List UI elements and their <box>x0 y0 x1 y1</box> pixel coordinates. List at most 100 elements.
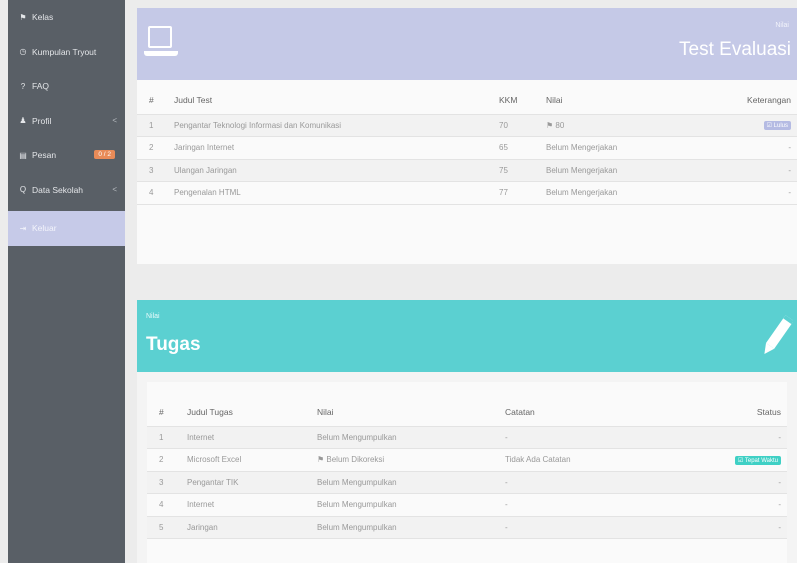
catatan-value: - <box>505 516 665 539</box>
nilai-value: ⚑ Belum Dikoreksi <box>317 448 505 472</box>
nilai-value: Belum Mengumpulkan <box>317 471 505 494</box>
table-row[interactable]: 4 Pengenalan HTML 77 Belum Mengerjakan - <box>137 181 797 205</box>
tugas-title-link[interactable]: Internet <box>187 493 317 517</box>
catatan-value: Tidak Ada Catatan <box>505 448 665 472</box>
table-row[interactable]: 2 Jaringan Internet 65 Belum Mengerjakan… <box>137 136 797 160</box>
kkm-value: 77 <box>499 181 546 205</box>
status-value: - <box>665 516 787 539</box>
kkm-value: 75 <box>499 159 546 182</box>
user-icon: ♟ <box>19 116 27 126</box>
table-header-row: # Judul Tugas Nilai Catatan Status <box>147 392 787 427</box>
graduation-cap-icon: ⚑ <box>19 12 27 22</box>
sidebar-item-kelas[interactable]: ⚑ Kelas <box>8 0 125 35</box>
nilai-value: Belum Mengerjakan <box>546 136 696 160</box>
test-title-link[interactable]: Jaringan Internet <box>174 136 499 160</box>
table-row[interactable]: 2 Microsoft Excel ⚑ Belum Dikoreksi Tida… <box>147 448 787 472</box>
tugas-title-link[interactable]: Pengantar TIK <box>187 471 317 494</box>
col-header-status: Status <box>665 392 787 427</box>
tepat-waktu-badge: ☑ Tepat Waktu <box>734 455 781 465</box>
test-title-link[interactable]: Ulangan Jaringan <box>174 159 499 182</box>
table-row[interactable]: 1 Pengantar Teknologi Informasi dan Komu… <box>137 114 797 137</box>
envelope-icon: ▤ <box>19 150 27 160</box>
test-title-link[interactable]: Pengenalan HTML <box>174 181 499 205</box>
test-table: # Judul Test KKM Nilai Keterangan 1 Peng… <box>137 80 797 205</box>
nilai-value: Belum Mengumpulkan <box>317 516 505 539</box>
row-number: 4 <box>137 181 174 205</box>
tugas-title-link[interactable]: Jaringan <box>187 516 317 539</box>
tugas-table: # Judul Tugas Nilai Catatan Status 1 Int… <box>147 392 787 539</box>
kkm-value: 70 <box>499 114 546 137</box>
laptop-base <box>144 51 178 56</box>
keterangan-value: - <box>696 181 797 205</box>
tugas-table-panel: # Judul Tugas Nilai Catatan Status 1 Int… <box>137 372 797 563</box>
sidebar-item-label: Profil <box>32 115 52 126</box>
sidebar-item-label: FAQ <box>32 81 50 92</box>
col-header-judul-test: Judul Test <box>174 80 499 115</box>
row-number: 2 <box>137 136 174 160</box>
sidebar-item-pesan[interactable]: ▤ Pesan 0 / 2 <box>8 138 125 173</box>
test-title-link[interactable]: Pengantar Teknologi Informasi dan Komuni… <box>174 114 499 137</box>
col-header-keterangan: Keterangan <box>696 80 797 115</box>
clock-icon: ◷ <box>19 47 27 57</box>
status-cell: ☑ Tepat Waktu <box>665 448 787 472</box>
sidebar-item-label: Keluar <box>32 223 57 234</box>
catatan-value: - <box>505 471 665 494</box>
page-title: Test Evaluasi <box>679 39 791 60</box>
row-number: 1 <box>137 114 174 137</box>
table-row[interactable]: 4 Internet Belum Mengumpulkan - - <box>147 493 787 517</box>
question-icon: ? <box>20 81 26 91</box>
main-content: Nilai Test Evaluasi # Judul Test KKM Nil… <box>137 8 797 563</box>
sidebar-item-faq[interactable]: ? FAQ <box>8 69 125 104</box>
logout-icon: ⇥ <box>19 223 27 233</box>
col-header-nilai: Nilai <box>546 80 696 115</box>
message-count-badge: 0 / 2 <box>94 150 115 159</box>
sidebar-item-keluar[interactable]: ⇥ Keluar <box>8 211 125 246</box>
row-number: 2 <box>147 448 187 472</box>
header-lead: Nilai <box>775 22 789 29</box>
row-number: 3 <box>137 159 174 182</box>
kkm-value: 65 <box>499 136 546 160</box>
chevron-left-icon: < <box>112 116 117 126</box>
header-lead: Nilai <box>146 313 160 320</box>
lulus-badge: ☑ Lulus <box>763 121 791 131</box>
sidebar-item-label: Pesan <box>32 150 57 161</box>
sidebar-item-kumpulan-tryout[interactable]: ◷ Kumpulan Tryout <box>8 35 125 70</box>
status-value: - <box>665 426 787 449</box>
col-header-nilai: Nilai <box>317 392 505 427</box>
tugas-title-link[interactable]: Microsoft Excel <box>187 448 317 472</box>
tugas-header: Nilai Tugas <box>137 300 797 372</box>
sidebar-item-label: Kumpulan Tryout <box>32 46 97 57</box>
keterangan-value: - <box>696 136 797 160</box>
col-header-number: # <box>137 80 174 115</box>
nilai-value: Belum Mengumpulkan <box>317 493 505 517</box>
table-row[interactable]: 3 Pengantar TIK Belum Mengumpulkan - - <box>147 471 787 494</box>
table-row[interactable]: 1 Internet Belum Mengumpulkan - - <box>147 426 787 449</box>
nilai-value: Belum Mengumpulkan <box>317 426 505 449</box>
nilai-value: Belum Mengerjakan <box>546 159 696 182</box>
catatan-value: - <box>505 493 665 517</box>
test-evaluasi-header: Nilai Test Evaluasi <box>137 8 797 80</box>
laptop-icon <box>148 26 172 48</box>
sidebar-item-data-sekolah[interactable]: Q Data Sekolah < <box>8 173 125 208</box>
sidebar-item-label: Data Sekolah <box>32 184 84 195</box>
table-row[interactable]: 5 Jaringan Belum Mengumpulkan - - <box>147 516 787 539</box>
nilai-value: ⚑ 80 <box>546 114 696 137</box>
sidebar-item-label: Kelas <box>32 12 54 23</box>
row-number: 1 <box>147 426 187 449</box>
col-header-catatan: Catatan <box>505 392 665 427</box>
tugas-title-link[interactable]: Internet <box>187 426 317 449</box>
nilai-value: Belum Mengerjakan <box>546 181 696 205</box>
keterangan-value: - <box>696 159 797 182</box>
table-row[interactable]: 3 Ulangan Jaringan 75 Belum Mengerjakan … <box>137 159 797 182</box>
table-header-row: # Judul Test KKM Nilai Keterangan <box>137 80 797 115</box>
section-title: Tugas <box>146 334 201 355</box>
pencil-icon <box>764 315 793 355</box>
sidebar: ⚑ Kelas ◷ Kumpulan Tryout ? FAQ ♟ Profil… <box>8 0 125 563</box>
keterangan-cell: ☑ Lulus <box>696 114 797 137</box>
catatan-value: - <box>505 426 665 449</box>
sidebar-item-profil[interactable]: ♟ Profil < <box>8 104 125 139</box>
tugas-table-wrapper: # Judul Tugas Nilai Catatan Status 1 Int… <box>147 382 787 563</box>
test-table-panel: # Judul Test KKM Nilai Keterangan 1 Peng… <box>137 80 797 264</box>
col-header-number: # <box>147 392 187 427</box>
row-number: 4 <box>147 493 187 517</box>
